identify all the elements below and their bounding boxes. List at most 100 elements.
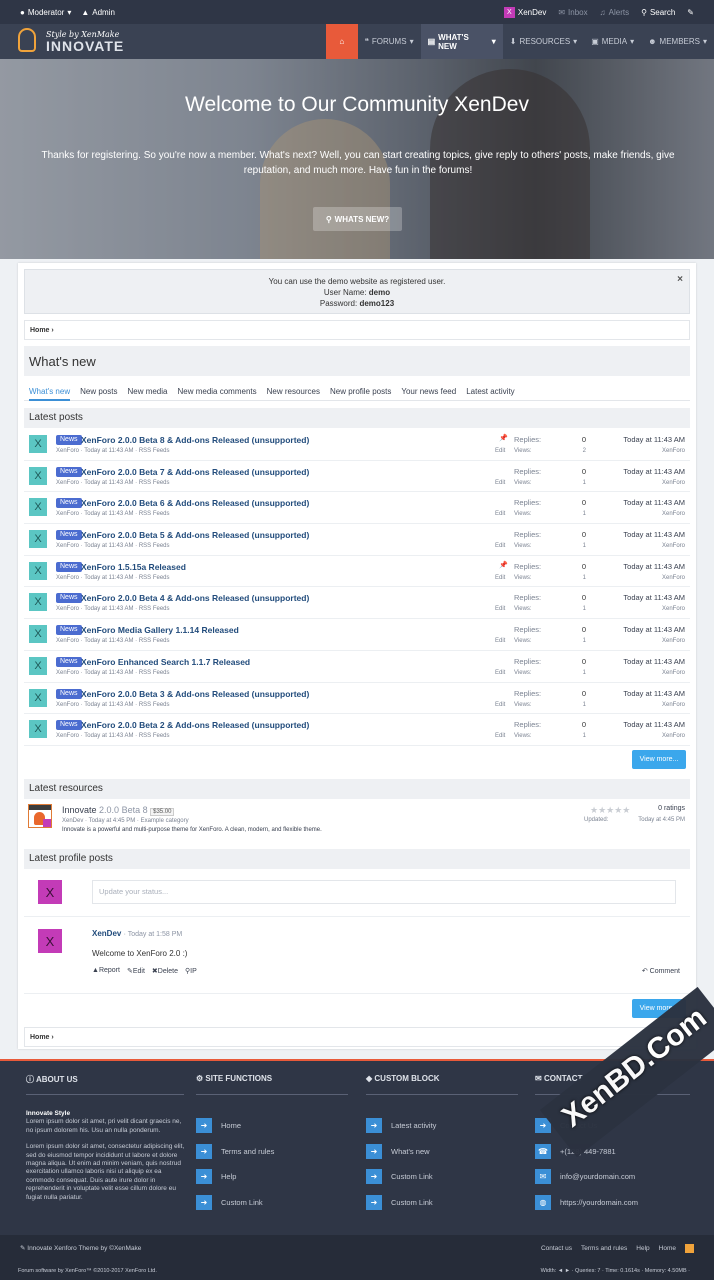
post-row[interactable]: X News XenForo 2.0.0 Beta 8 & Add-ons Rele… (24, 429, 690, 461)
status-input[interactable]: Update your status... (92, 880, 676, 904)
last-post-date[interactable]: Today at 11:43 AM (623, 720, 685, 729)
tab-your-news-feed[interactable]: Your news feed (401, 383, 456, 401)
avatar[interactable]: X (29, 720, 47, 739)
nav-tab-home[interactable]: ⌂ (326, 24, 358, 59)
post-row[interactable]: X News XenForo 2.0.0 Beta 3 & Add-ons Rele… (24, 683, 690, 715)
post-row[interactable]: X News XenForo 2.0.0 Beta 5 & Add-ons Rele… (24, 524, 690, 556)
edit-link[interactable]: Edit (495, 511, 505, 517)
footer-link[interactable]: ◍ https://yourdomain.com (535, 1194, 638, 1210)
close-icon[interactable]: × (677, 274, 683, 285)
last-post-date[interactable]: Today at 11:43 AM (623, 689, 685, 698)
resource-title[interactable]: Innovate (62, 805, 97, 815)
last-post-user[interactable]: XenForo (662, 448, 685, 454)
avatar[interactable]: X (38, 929, 62, 953)
last-post-date[interactable]: Today at 11:43 AM (623, 498, 685, 507)
report-link[interactable]: ▲Report (92, 967, 120, 975)
post-title[interactable]: XenForo 2.0.0 Beta 8 & Add-ons Released … (81, 435, 309, 445)
view-more-posts-button[interactable]: View more... (632, 750, 686, 769)
last-post-user[interactable]: XenForo (662, 670, 685, 676)
footer-link-contact[interactable]: Contact us (541, 1245, 572, 1252)
resource-item[interactable]: Innovate 2.0.0 Beta 8 $35.00 XenDev · To… (24, 799, 690, 839)
post-row[interactable]: X News XenForo Media Gallery 1.1.14 Releas… (24, 619, 690, 651)
post-title[interactable]: XenForo Enhanced Search 1.1.7 Released (81, 657, 250, 667)
last-post-date[interactable]: Today at 11:43 AM (623, 435, 685, 444)
last-post-user[interactable]: XenForo (662, 733, 685, 739)
admin-link[interactable]: ▲ Admin (81, 8, 115, 17)
comment-link[interactable]: ↶ Comment (642, 967, 680, 975)
breadcrumb-home[interactable]: Home (30, 327, 49, 334)
footer-link[interactable]: ➜ Home (196, 1118, 241, 1133)
post-title[interactable]: XenForo Media Gallery 1.1.14 Released (81, 625, 239, 635)
footer-link[interactable]: ➜ Custom Link (196, 1194, 263, 1210)
post-row[interactable]: X News XenForo 2.0.0 Beta 2 & Add-ons Rele… (24, 714, 690, 746)
nav-tab-members[interactable]: ☻ MEMBERS ▾ (641, 24, 714, 59)
nav-tab-resources[interactable]: ⬇ RESOURCES ▾ (503, 24, 584, 59)
edit-link[interactable]: Edit (495, 480, 505, 486)
post-row[interactable]: X News XenForo Enhanced Search 1.1.7 Relea… (24, 651, 690, 683)
inbox-link[interactable]: ✉ Inbox (558, 8, 587, 17)
footer-link[interactable]: ➜ Custom Link (366, 1194, 433, 1210)
post-title[interactable]: XenForo 1.5.15a Released (81, 562, 186, 572)
last-post-user[interactable]: XenForo (662, 511, 685, 517)
style-chooser-icon[interactable]: ✎ (687, 8, 694, 17)
last-post-user[interactable]: XenForo (662, 606, 685, 612)
site-logo[interactable]: Style by XenMake INNOVATE (18, 26, 128, 56)
tab-latest-activity[interactable]: Latest activity (466, 383, 514, 401)
footer-link-home[interactable]: Home (659, 1245, 676, 1252)
whats-new-button[interactable]: ⚲ WHATS NEW? (313, 207, 402, 231)
last-post-date[interactable]: Today at 11:43 AM (623, 657, 685, 666)
avatar[interactable]: X (29, 656, 47, 675)
last-post-date[interactable]: Today at 11:43 AM (623, 467, 685, 476)
tab-whats-new[interactable]: What's new (29, 383, 71, 401)
edit-link[interactable]: ✎Edit (127, 967, 145, 975)
moderator-link[interactable]: ● Moderator ▾ (20, 8, 71, 17)
edit-link[interactable]: Edit (495, 702, 505, 708)
avatar[interactable]: X (29, 625, 47, 644)
rss-icon[interactable] (685, 1244, 694, 1253)
avatar[interactable]: X (29, 561, 47, 580)
footer-link-terms[interactable]: Terms and rules (581, 1245, 627, 1252)
footer-link[interactable]: ➜ What's new (366, 1143, 430, 1159)
alerts-link[interactable]: ♫ Alerts (600, 8, 629, 17)
avatar[interactable]: X (29, 435, 47, 453)
edit-link[interactable]: Edit (495, 670, 505, 676)
edit-link[interactable]: Edit (495, 543, 505, 549)
post-row[interactable]: X News XenForo 1.5.15a Released XenForo · T… (24, 556, 690, 588)
post-row[interactable]: X News XenForo 2.0.0 Beta 4 & Add-ons Rele… (24, 587, 690, 620)
post-title[interactable]: XenForo 2.0.0 Beta 4 & Add-ons Released … (81, 593, 309, 603)
last-post-user[interactable]: XenForo (662, 480, 685, 486)
last-post-date[interactable]: Today at 11:43 AM (623, 593, 685, 602)
post-title[interactable]: XenForo 2.0.0 Beta 7 & Add-ons Released … (81, 467, 309, 477)
post-title[interactable]: XenForo 2.0.0 Beta 3 & Add-ons Released … (81, 689, 309, 699)
ip-link[interactable]: ⚲IP (185, 967, 197, 975)
edit-link[interactable]: Edit (495, 575, 505, 581)
edit-link[interactable]: Edit (495, 733, 505, 739)
nav-tab-whats-new[interactable]: ▤ WHAT'S NEW ▾ (420, 24, 503, 59)
last-post-user[interactable]: XenForo (662, 702, 685, 708)
post-row[interactable]: X News XenForo 2.0.0 Beta 6 & Add-ons Rele… (24, 492, 690, 525)
post-row[interactable]: X News XenForo 2.0.0 Beta 7 & Add-ons Rele… (24, 461, 690, 493)
theme-credit[interactable]: ✎ Innovate Xenforo Theme by ©XenMake (20, 1244, 141, 1252)
avatar[interactable]: X (38, 880, 62, 904)
tab-new-profile-posts[interactable]: New profile posts (330, 383, 391, 401)
last-post-date[interactable]: Today at 11:43 AM (623, 625, 685, 634)
last-post-user[interactable]: XenForo (662, 638, 685, 644)
avatar[interactable]: X (29, 466, 47, 485)
edit-link[interactable]: Edit (495, 638, 505, 644)
search-link[interactable]: ⚲ Search (641, 8, 675, 17)
footer-link[interactable]: ✉ info@yourdomain.com (535, 1169, 635, 1184)
edit-link[interactable]: Edit (495, 606, 505, 612)
avatar[interactable]: X (29, 593, 47, 612)
post-title[interactable]: XenForo 2.0.0 Beta 6 & Add-ons Released … (81, 498, 309, 508)
footer-link[interactable]: ➜ Help (196, 1169, 236, 1184)
post-title[interactable]: XenForo 2.0.0 Beta 2 & Add-ons Released … (81, 720, 309, 730)
post-title[interactable]: XenForo 2.0.0 Beta 5 & Add-ons Released … (81, 530, 309, 540)
tab-new-resources[interactable]: New resources (267, 383, 320, 401)
footer-link-help[interactable]: Help (636, 1245, 649, 1252)
avatar[interactable]: X (29, 688, 47, 707)
tab-new-media-comments[interactable]: New media comments (177, 383, 256, 401)
last-post-date[interactable]: Today at 11:43 AM (623, 530, 685, 539)
tab-new-posts[interactable]: New posts (80, 383, 117, 401)
edit-link[interactable]: Edit (495, 448, 505, 454)
avatar[interactable]: X (29, 530, 47, 549)
